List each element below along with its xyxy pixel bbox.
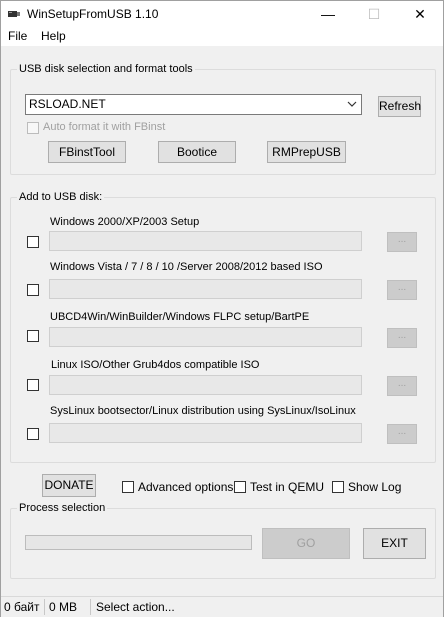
minimize-button[interactable]: — [305, 1, 351, 27]
add-group-label: Add to USB disk: [17, 191, 105, 203]
usb-group-label: USB disk selection and format tools [17, 63, 195, 75]
test-qemu-label: Test in QEMU [250, 480, 325, 494]
chevron-down-icon [347, 101, 357, 107]
menu-bar: File Help [1, 27, 443, 46]
source-label-ubcd4win: UBCD4Win/WinBuilder/Windows FLPC setup/B… [50, 311, 310, 323]
browse-button-ubcd4win[interactable]: ... [387, 328, 417, 348]
exit-button[interactable]: EXIT [363, 528, 426, 559]
browse-button-syslinux[interactable]: ... [387, 424, 417, 444]
status-separator [44, 599, 45, 615]
bootice-button[interactable]: Bootice [158, 141, 236, 163]
status-bar: 0 байт 0 MB Select action... [1, 596, 443, 617]
menu-help[interactable]: Help [41, 29, 66, 43]
maximize-icon: ☐ [367, 6, 381, 22]
source-path-linux[interactable] [49, 375, 362, 395]
source-label-winxp: Windows 2000/XP/2003 Setup [50, 216, 200, 228]
rmprepusb-button[interactable]: RMPrepUSB [267, 141, 346, 163]
browse-button-vista[interactable]: ... [387, 280, 417, 300]
test-qemu-checkbox[interactable] [234, 481, 246, 493]
source-path-winxp[interactable] [49, 231, 362, 251]
app-window: WinSetupFromUSB 1.10 — ☐ ✕ File Help USB… [0, 0, 444, 617]
source-path-vista[interactable] [49, 279, 362, 299]
source-checkbox-vista[interactable] [27, 284, 39, 296]
source-label-linux: Linux ISO/Other Grub4dos compatible ISO [51, 359, 260, 371]
fbinsttool-button[interactable]: FBinstTool [48, 141, 126, 163]
progress-bar [25, 535, 252, 550]
auto-format-checkbox[interactable] [27, 122, 39, 134]
status-mb: 0 MB [49, 600, 78, 614]
window-title: WinSetupFromUSB 1.10 [27, 7, 159, 21]
source-path-syslinux[interactable] [49, 423, 362, 443]
show-log-label: Show Log [348, 480, 402, 494]
close-icon: ✕ [414, 6, 426, 22]
menu-file[interactable]: File [8, 29, 27, 43]
refresh-button[interactable]: Refresh [378, 96, 421, 117]
status-message: Select action... [96, 600, 175, 614]
auto-format-label: Auto format it with FBinst [43, 121, 166, 133]
source-label-vista: Windows Vista / 7 / 8 / 10 /Server 2008/… [50, 261, 323, 273]
source-checkbox-ubcd4win[interactable] [27, 330, 39, 342]
title-bar: WinSetupFromUSB 1.10 — ☐ ✕ [1, 1, 443, 27]
source-checkbox-syslinux[interactable] [27, 428, 39, 440]
process-group-label: Process selection [17, 502, 108, 514]
usb-app-icon [8, 11, 20, 17]
advanced-options-checkbox[interactable] [122, 481, 134, 493]
advanced-options-label: Advanced options [138, 480, 234, 494]
maximize-button[interactable]: ☐ [351, 1, 397, 27]
go-button[interactable]: GO [262, 528, 350, 559]
status-separator [90, 599, 91, 615]
source-checkbox-linux[interactable] [27, 379, 39, 391]
status-bytes: 0 байт [4, 600, 40, 614]
browse-button-linux[interactable]: ... [387, 376, 417, 396]
source-label-syslinux: SysLinux bootsector/Linux distribution u… [50, 405, 356, 417]
show-log-checkbox[interactable] [332, 481, 344, 493]
usb-disk-select[interactable]: RSLOAD.NET [25, 94, 362, 115]
browse-button-winxp[interactable]: ... [387, 232, 417, 252]
minimize-icon: — [321, 6, 335, 22]
usb-disk-value: RSLOAD.NET [29, 97, 106, 111]
donate-button[interactable]: DONATE [42, 474, 96, 497]
close-button[interactable]: ✕ [397, 1, 443, 27]
source-path-ubcd4win[interactable] [49, 327, 362, 347]
source-checkbox-winxp[interactable] [27, 236, 39, 248]
